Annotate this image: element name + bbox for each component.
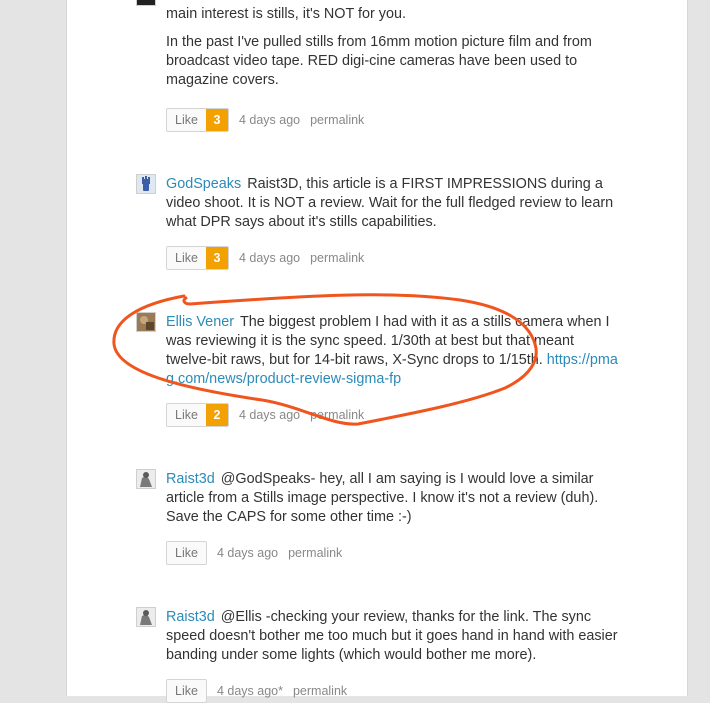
comment-meta: Like 4 days ago permalink <box>166 541 342 565</box>
comment-meta: Like 2 4 days ago permalink <box>166 403 364 427</box>
user-icon <box>137 470 155 488</box>
permalink-link[interactable]: permalink <box>288 546 342 560</box>
like-button[interactable]: Like 2 <box>166 403 229 427</box>
like-count: 3 <box>205 247 228 269</box>
comment-text: Raist3d @Ellis -checking your review, tha… <box>166 608 620 665</box>
like-label: Like <box>167 404 206 426</box>
like-label: Like <box>167 542 206 564</box>
comment-text: GodSpeaks Raist3D, this article is a FIRS… <box>166 175 620 232</box>
like-button[interactable]: Like <box>166 679 207 703</box>
comment-author[interactable]: Raist3d <box>166 609 215 625</box>
comment-author[interactable]: Raist3d <box>166 471 215 487</box>
avatar[interactable] <box>136 607 156 627</box>
comment-time[interactable]: 4 days ago <box>239 113 300 127</box>
comment-paragraph: main interest is stills, it's NOT for yo… <box>166 6 406 22</box>
like-button[interactable]: Like <box>166 541 207 565</box>
user-icon <box>137 608 155 626</box>
comment-text: Raist3d @GodSpeaks- hey, all I am saying … <box>166 470 620 527</box>
like-count: 3 <box>205 109 228 131</box>
like-label: Like <box>167 109 206 131</box>
comments-panel: main interest is stills, it's NOT for yo… <box>66 0 688 703</box>
comment-author[interactable]: Ellis Vener <box>166 314 234 330</box>
comment-time[interactable]: 4 days ago <box>239 251 300 265</box>
like-count: 2 <box>205 404 228 426</box>
photo-icon <box>137 313 155 331</box>
like-label: Like <box>167 247 206 269</box>
like-label: Like <box>167 680 206 702</box>
avatar[interactable] <box>136 469 156 489</box>
comment-body: @Ellis -checking your review, thanks for… <box>166 609 618 663</box>
comment-text: main interest is stills, it's NOT for yo… <box>166 5 620 99</box>
permalink-link[interactable]: permalink <box>310 251 364 265</box>
like-button[interactable]: Like 3 <box>166 246 229 270</box>
comment-text: Ellis Vener The biggest problem I had wit… <box>166 313 620 389</box>
avatar[interactable] <box>136 174 156 194</box>
like-button[interactable]: Like 3 <box>166 108 229 132</box>
hand-icon <box>142 176 150 191</box>
avatar[interactable] <box>136 312 156 332</box>
comment-meta: Like 4 days ago* permalink <box>166 679 347 703</box>
avatar[interactable] <box>136 0 156 6</box>
comment-time[interactable]: 4 days ago <box>217 546 278 560</box>
comment-paragraph: In the past I've pulled stills from 16mm… <box>166 34 592 88</box>
comment-meta: Like 3 4 days ago permalink <box>166 246 364 270</box>
comment-meta: Like 3 4 days ago permalink <box>166 108 364 132</box>
comment-time[interactable]: 4 days ago <box>239 408 300 422</box>
comment-author[interactable]: GodSpeaks <box>166 176 241 192</box>
permalink-link[interactable]: permalink <box>310 408 364 422</box>
permalink-link[interactable]: permalink <box>310 113 364 127</box>
comment-body: @GodSpeaks- hey, all I am saying is I wo… <box>166 471 599 525</box>
